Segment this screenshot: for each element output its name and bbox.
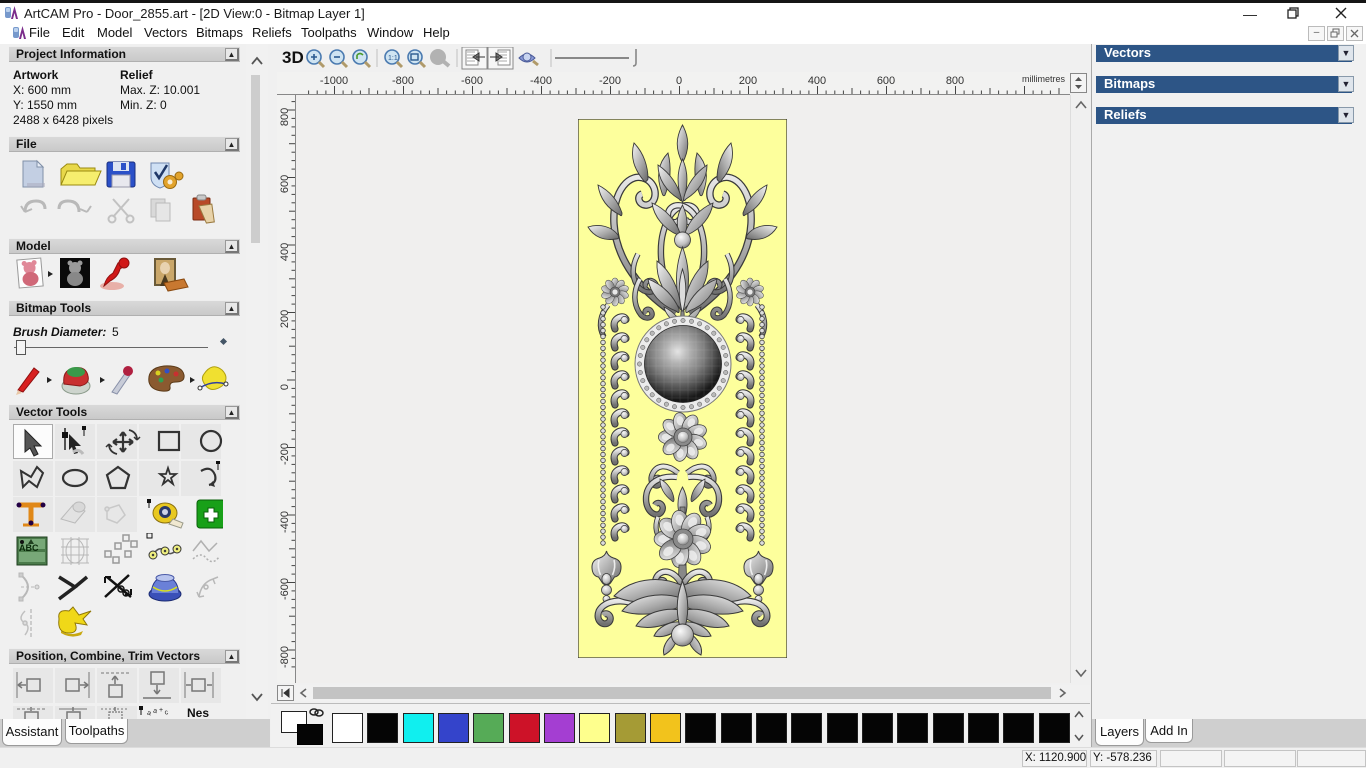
svg-text:Nes: Nes	[187, 706, 209, 719]
svg-text:400: 400	[279, 243, 291, 261]
svg-text:200: 200	[739, 75, 757, 87]
svg-text:-600: -600	[461, 75, 483, 87]
svg-text:800: 800	[946, 75, 964, 87]
svg-text:800: 800	[279, 108, 291, 126]
svg-text:-1000: -1000	[320, 75, 348, 87]
svg-text:-400: -400	[279, 511, 291, 533]
svg-text:+: +	[159, 707, 163, 714]
svg-text:600: 600	[877, 75, 895, 87]
svg-text:a: a	[153, 708, 158, 716]
svg-text:-600: -600	[279, 578, 291, 600]
svg-text:millimetres: millimetres	[1022, 74, 1066, 84]
svg-text:c: c	[164, 709, 170, 717]
svg-text:-200: -200	[279, 443, 291, 465]
svg-text:-800: -800	[392, 75, 414, 87]
svg-text:1:1: 1:1	[388, 55, 398, 62]
svg-text:0: 0	[279, 384, 291, 390]
svg-text:-400: -400	[530, 75, 552, 87]
svg-text:-200: -200	[599, 75, 621, 87]
svg-text:0: 0	[676, 75, 682, 87]
svg-text:a: a	[146, 710, 152, 718]
svg-text:ABC: ABC	[19, 543, 39, 553]
svg-text:400: 400	[808, 75, 826, 87]
svg-text:-800: -800	[279, 646, 291, 668]
